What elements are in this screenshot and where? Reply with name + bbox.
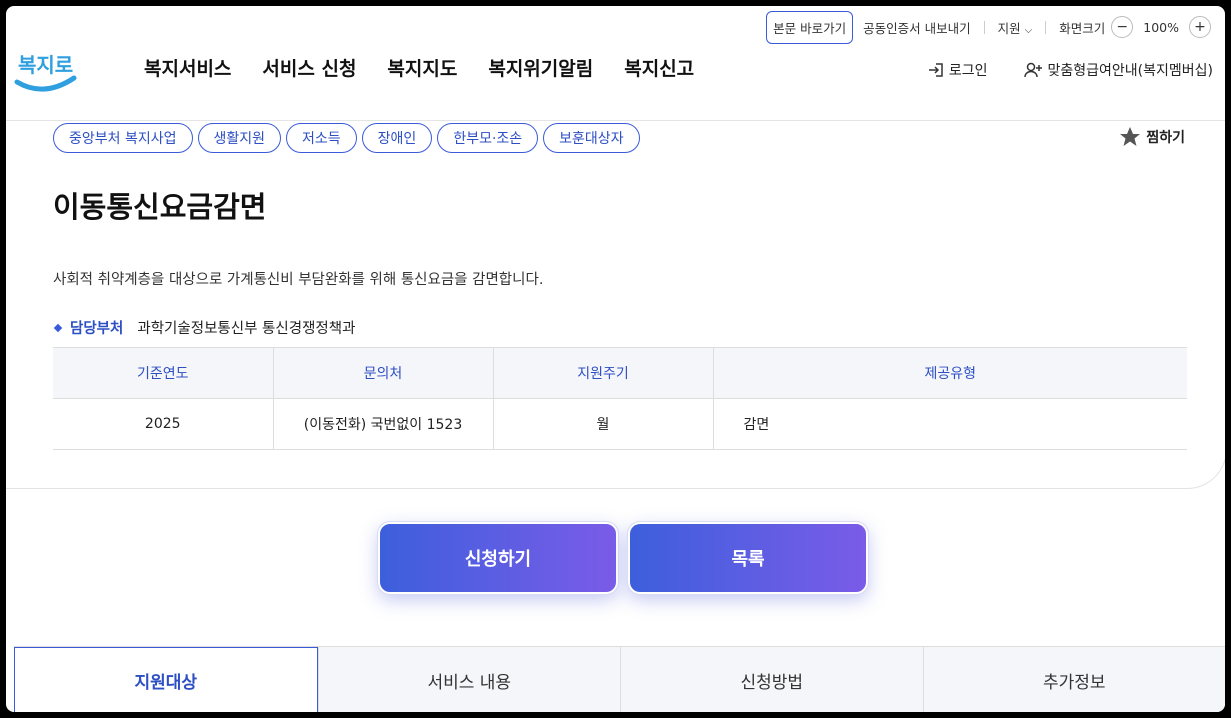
region-select[interactable]: 지원 ⌵ [998, 18, 1033, 37]
tab-additional-info[interactable]: 추가정보 [922, 647, 1225, 712]
table-header-row: 기준연도 문의처 지원주기 제공유형 [53, 347, 1187, 399]
cell-contact: (이동전화) 국번없이 1523 [272, 398, 493, 450]
tag-central-ministry[interactable]: 중앙부처 복지사업 [53, 123, 193, 153]
site-logo[interactable]: 복지로 [14, 42, 78, 98]
skip-to-content-link[interactable]: 본문 바로가기 [766, 10, 854, 44]
department-label: 담당부처 [70, 321, 124, 337]
service-description: 사회적 취약계층을 대상으로 가계통신비 부담완화를 위해 통신요금을 감면합니… [53, 272, 544, 288]
tag-disabled[interactable]: 장애인 [361, 123, 433, 153]
page-frame: 본문 바로가기 공동인증서 내보내기 지원 ⌵ 화면크기 − 100% + 복지로… [6, 6, 1225, 712]
region-label: 지원 [997, 20, 1021, 36]
favorite-button[interactable]: 찜하기 [1118, 125, 1185, 149]
nav-item-welfare-map[interactable]: 복지지도 [387, 54, 457, 81]
zoom-label: 화면크기 [1059, 20, 1106, 36]
user-plus-icon [1023, 62, 1042, 78]
category-tags: 중앙부처 복지사업 생활지원 저소득 장애인 한부모·조손 보훈대상자 [53, 123, 640, 153]
svg-text:복지로: 복지로 [18, 53, 73, 77]
page-title: 이동통신요금감면 [53, 190, 267, 224]
membership-link[interactable]: 맞춤형급여안내(복지멤버십) [1023, 60, 1213, 80]
department-value: 과학기술정보통신부 통신경쟁정책과 [137, 321, 356, 337]
cell-cycle: 월 [492, 398, 713, 450]
nav-item-crisis-alert[interactable]: 복지위기알림 [488, 54, 593, 81]
main-nav: 복지서비스 서비스 신청 복지지도 복지위기알림 복지신고 [144, 54, 694, 81]
nav-item-welfare-services[interactable]: 복지서비스 [144, 54, 231, 81]
utility-bar: 본문 바로가기 공동인증서 내보내기 지원 ⌵ 화면크기 − 100% + [766, 10, 1217, 44]
header-base-year: 기준연도 [53, 347, 273, 399]
header-divider [6, 120, 1225, 121]
apply-button[interactable]: 신청하기 [377, 521, 619, 595]
login-link[interactable]: 로그인 [927, 60, 988, 80]
login-label: 로그인 [948, 63, 988, 79]
divider [1045, 20, 1047, 34]
header-contact: 문의처 [272, 347, 493, 399]
chevron-down-icon: ⌵ [1024, 24, 1033, 36]
tab-service-content[interactable]: 서비스 내용 [317, 647, 620, 712]
list-button[interactable]: 목록 [627, 521, 869, 595]
tag-veterans[interactable]: 보훈대상자 [543, 123, 640, 153]
zoom-out-button[interactable]: − [1111, 16, 1134, 38]
divider [983, 20, 985, 34]
header-type: 제공유형 [712, 347, 1187, 399]
cert-export-link[interactable]: 공동인증서 내보내기 [863, 18, 970, 37]
header-actions: 로그인 맞춤형급여안내(복지멤버십) [927, 60, 1213, 80]
nav-item-service-apply[interactable]: 서비스 신청 [262, 54, 356, 81]
action-buttons: 신청하기 목록 [377, 521, 869, 595]
department-info: 담당부처 과학기술정보통신부 통신경쟁정책과 [53, 317, 355, 338]
login-icon [928, 63, 943, 77]
detail-tabs: 지원대상 서비스 내용 신청방법 추가정보 [14, 646, 1225, 712]
zoom-value: 100% [1143, 19, 1179, 35]
tab-eligibility[interactable]: 지원대상 [14, 647, 318, 712]
info-table: 기준연도 문의처 지원주기 제공유형 2025 (이동전화) 국번없이 1523… [53, 347, 1187, 450]
header-cycle: 지원주기 [492, 347, 713, 399]
nav-item-welfare-report[interactable]: 복지신고 [624, 54, 694, 81]
cell-base-year: 2025 [53, 398, 273, 450]
tag-single-parent[interactable]: 한부모·조손 [437, 123, 539, 153]
tag-living-support[interactable]: 생활지원 [197, 123, 282, 153]
favorite-label: 찜하기 [1146, 130, 1185, 146]
cell-type: 감면 [712, 398, 1187, 450]
zoom-in-button[interactable]: + [1189, 16, 1211, 38]
tab-how-to-apply[interactable]: 신청방법 [620, 647, 923, 712]
membership-label: 맞춤형급여안내(복지멤버십) [1047, 63, 1213, 79]
bullet-icon [53, 323, 63, 332]
logo-mark: 복지로 [14, 53, 77, 92]
star-icon [1120, 127, 1141, 146]
table-row: 2025 (이동전화) 국번없이 1523 월 감면 [53, 398, 1187, 450]
tag-low-income[interactable]: 저소득 [286, 123, 357, 153]
